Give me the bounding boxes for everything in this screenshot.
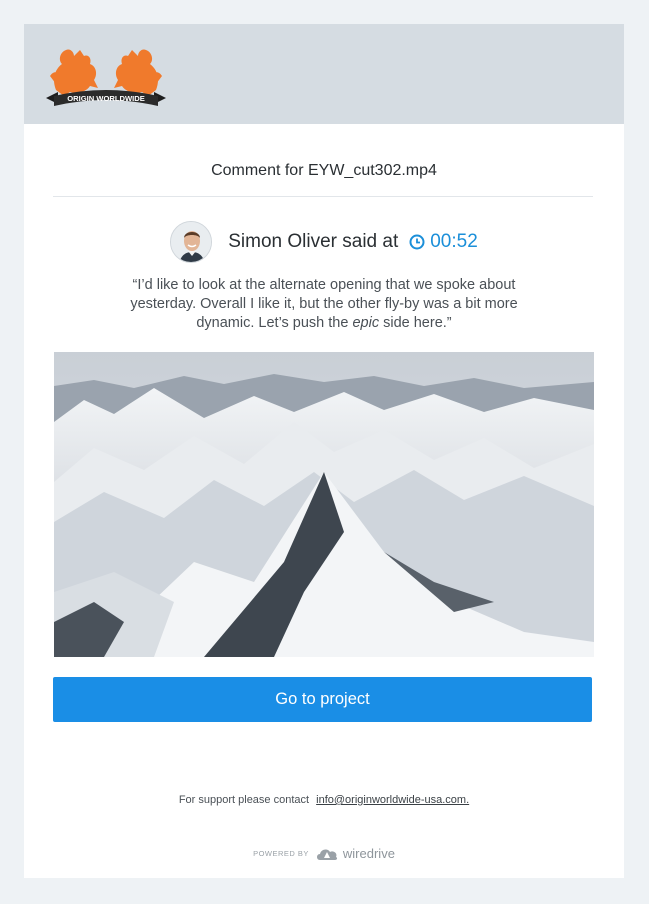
wiredrive-cloud-icon	[316, 849, 337, 860]
support-email-link[interactable]: info@originworldwide-usa.com.	[316, 794, 469, 806]
support-line: For support please contact info@originwo…	[24, 794, 624, 806]
comment-quote: “I’d like to look at the alternate openi…	[130, 277, 518, 331]
timecode-link[interactable]: 00:52	[409, 231, 478, 253]
timecode-value[interactable]: 00:52	[430, 231, 478, 253]
commenter-row: Simon Oliver said at 00:52	[24, 220, 624, 264]
support-text: For support please contact	[178, 794, 310, 806]
svg-text:ORIGIN WORLDWIDE: ORIGIN WORLDWIDE	[67, 94, 145, 103]
powered-by-label: POWERED BY	[253, 849, 309, 858]
clock-icon	[409, 234, 425, 250]
email-header: ORIGIN WORLDWIDE	[24, 24, 624, 124]
avatar	[170, 221, 213, 263]
go-to-project-button[interactable]: Go to project	[53, 677, 592, 722]
comment-subject: Comment for EYW_cut302.mp4	[211, 162, 437, 179]
commenter-label: Simon Oliver said at	[228, 231, 399, 252]
divider	[53, 196, 593, 197]
origin-worldwide-logo[interactable]: ORIGIN WORLDWIDE	[44, 40, 168, 112]
wiredrive-wordmark: wiredrive	[342, 846, 395, 861]
video-thumbnail[interactable]	[54, 352, 594, 657]
email-card: ORIGIN WORLDWIDE Comment for EYW_cut302.…	[24, 24, 624, 878]
powered-by-wiredrive[interactable]: POWERED BY wiredrive	[24, 846, 624, 861]
